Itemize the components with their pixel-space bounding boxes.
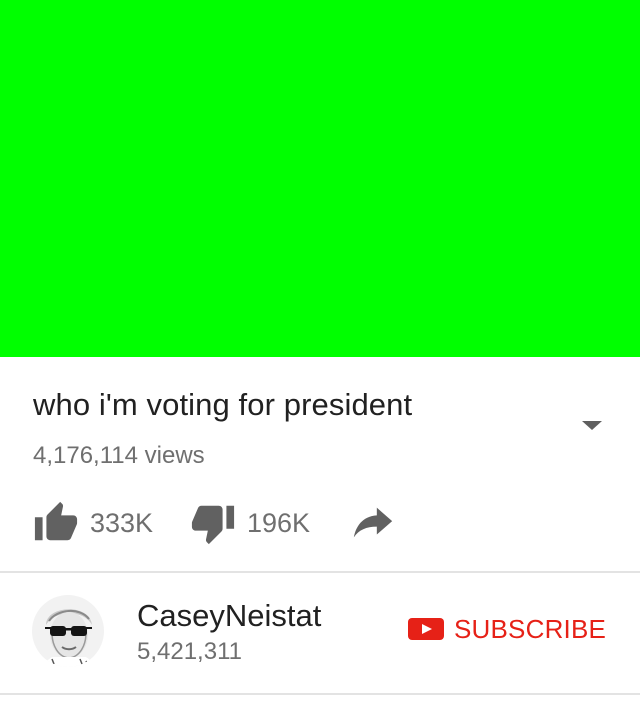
subscriber-count: 5,421,311: [137, 638, 242, 665]
subscribe-label: SUBSCRIBE: [454, 613, 607, 644]
caret-down-icon: [582, 421, 602, 430]
dislike-button[interactable]: 196K: [190, 493, 310, 553]
youtube-play-icon: [408, 618, 444, 640]
share-icon: [353, 507, 393, 538]
video-title: who i'm voting for president: [33, 387, 413, 422]
channel-name[interactable]: CaseyNeistat: [137, 597, 321, 635]
avatar-image: [32, 595, 104, 667]
like-count: 333K: [90, 507, 154, 538]
view-count: 4,176,114 views: [33, 442, 205, 469]
share-button[interactable]: [348, 493, 398, 553]
channel-avatar[interactable]: [32, 595, 104, 667]
subscribe-button[interactable]: SUBSCRIBE: [408, 611, 606, 647]
expand-description-button[interactable]: [578, 413, 606, 437]
dislike-count: 196K: [247, 507, 311, 538]
video-player[interactable]: [0, 0, 640, 357]
channel-info: CaseyNeistat 5,421,311 SUBSCRIBE: [0, 573, 640, 693]
thumbs-up-icon: [34, 501, 78, 541]
like-button[interactable]: 333K: [33, 493, 153, 553]
video-actions: 333K 196K: [0, 493, 640, 553]
thumbs-down-icon: [191, 505, 235, 545]
video-info: who i'm voting for president 4,176,114 v…: [0, 357, 640, 469]
divider: [0, 693, 640, 695]
